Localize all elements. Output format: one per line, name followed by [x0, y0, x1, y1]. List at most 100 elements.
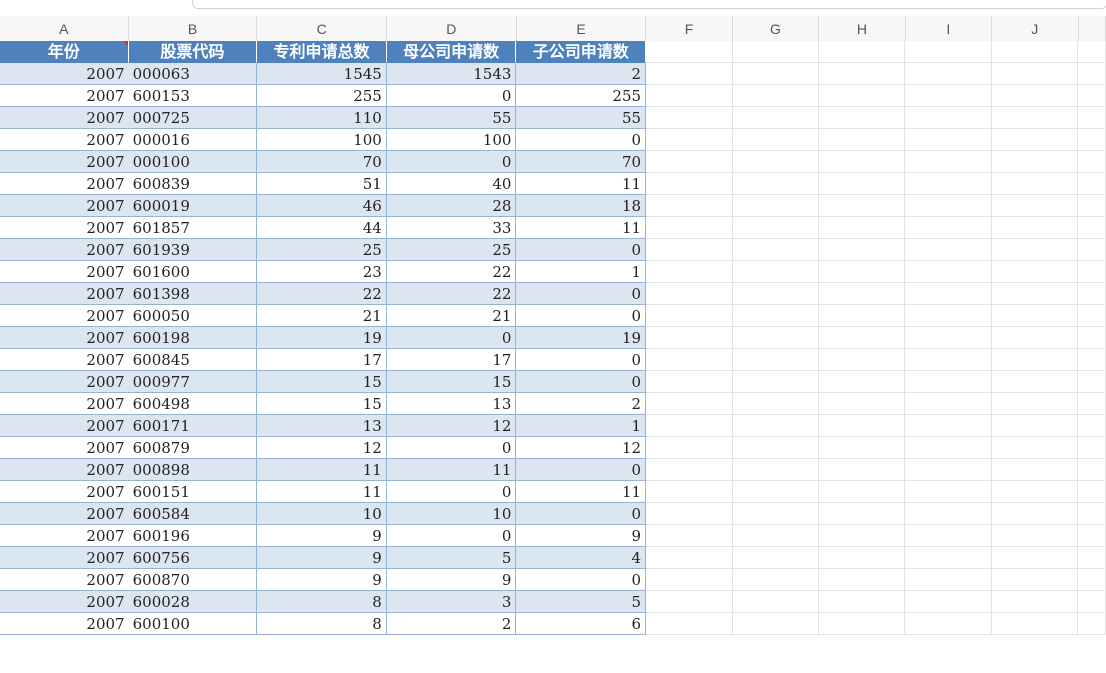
- stock-code-cell[interactable]: 000100: [128, 151, 258, 173]
- year-cell[interactable]: 2007: [0, 415, 129, 437]
- parent-applications-cell[interactable]: 0: [386, 151, 517, 173]
- empty-cell[interactable]: [819, 41, 906, 63]
- stock-code-cell[interactable]: 600100: [128, 613, 258, 635]
- empty-cell[interactable]: [1078, 349, 1106, 371]
- empty-cell[interactable]: [991, 481, 1079, 503]
- subsidiary-applications-cell[interactable]: 70: [516, 151, 647, 173]
- empty-cell[interactable]: [819, 525, 906, 547]
- total-applications-cell[interactable]: 15: [257, 371, 387, 393]
- subsidiary-applications-cell[interactable]: 2: [516, 393, 647, 415]
- empty-cell[interactable]: [819, 591, 906, 613]
- column-header-g[interactable]: G: [733, 16, 820, 41]
- subsidiary-applications-cell[interactable]: 2: [516, 63, 647, 85]
- subsidiary-applications-cell[interactable]: 1: [516, 415, 647, 437]
- empty-cell[interactable]: [1078, 107, 1106, 129]
- empty-cell[interactable]: [819, 239, 906, 261]
- empty-cell[interactable]: [732, 129, 819, 151]
- year-cell[interactable]: 2007: [0, 547, 129, 569]
- empty-cell[interactable]: [991, 459, 1079, 481]
- stock-code-cell[interactable]: 000898: [128, 459, 258, 481]
- year-cell[interactable]: 2007: [0, 129, 129, 151]
- empty-cell[interactable]: [819, 547, 906, 569]
- parent-applications-cell[interactable]: 25: [386, 239, 517, 261]
- year-cell[interactable]: 2007: [0, 151, 129, 173]
- stock-code-cell[interactable]: 000063: [128, 63, 258, 85]
- empty-cell[interactable]: [905, 349, 992, 371]
- total-applications-cell[interactable]: 12: [257, 437, 387, 459]
- empty-cell[interactable]: [905, 85, 992, 107]
- subsidiary-applications-cell[interactable]: 6: [516, 613, 647, 635]
- subsidiary-applications-cell[interactable]: 0: [516, 569, 647, 591]
- total-applications-cell[interactable]: 110: [257, 107, 387, 129]
- empty-cell[interactable]: [991, 547, 1079, 569]
- column-header-h[interactable]: H: [819, 16, 906, 41]
- parent-applications-cell[interactable]: 22: [386, 261, 517, 283]
- subsidiary-applications-cell[interactable]: 12: [516, 437, 647, 459]
- stock-code-cell[interactable]: 600498: [128, 393, 258, 415]
- stock-code-cell[interactable]: 600153: [128, 85, 258, 107]
- total-applications-cell[interactable]: 9: [257, 569, 387, 591]
- empty-cell[interactable]: [819, 349, 906, 371]
- year-cell[interactable]: 2007: [0, 63, 129, 85]
- empty-cell[interactable]: [1078, 283, 1106, 305]
- subsidiary-applications-cell[interactable]: 0: [516, 239, 647, 261]
- stock-code-cell[interactable]: 600198: [128, 327, 258, 349]
- empty-cell[interactable]: [646, 481, 733, 503]
- empty-cell[interactable]: [646, 547, 733, 569]
- empty-cell[interactable]: [646, 107, 733, 129]
- total-applications-cell[interactable]: 8: [257, 613, 387, 635]
- stock-code-cell[interactable]: 600171: [128, 415, 258, 437]
- column-header-b[interactable]: B: [129, 16, 258, 41]
- parent-applications-cell[interactable]: 40: [386, 173, 517, 195]
- total-applications-cell[interactable]: 46: [257, 195, 387, 217]
- empty-cell[interactable]: [646, 503, 733, 525]
- empty-cell[interactable]: [732, 327, 819, 349]
- year-cell[interactable]: 2007: [0, 261, 129, 283]
- subsidiary-applications-cell[interactable]: 4: [516, 547, 647, 569]
- subsidiary-applications-cell[interactable]: 1: [516, 261, 647, 283]
- empty-cell[interactable]: [1078, 525, 1106, 547]
- year-cell[interactable]: 2007: [0, 107, 129, 129]
- empty-cell[interactable]: [991, 503, 1079, 525]
- empty-cell[interactable]: [646, 173, 733, 195]
- subsidiary-applications-cell[interactable]: 0: [516, 305, 647, 327]
- parent-applications-cell[interactable]: 0: [386, 525, 517, 547]
- empty-cell[interactable]: [1078, 459, 1106, 481]
- column-header-f[interactable]: F: [646, 16, 733, 41]
- year-cell[interactable]: 2007: [0, 349, 129, 371]
- subsidiary-applications-cell[interactable]: 0: [516, 371, 647, 393]
- empty-cell[interactable]: [905, 107, 992, 129]
- column-header-d[interactable]: D: [387, 16, 517, 41]
- empty-cell[interactable]: [646, 437, 733, 459]
- subsidiary-applications-cell[interactable]: 0: [516, 283, 647, 305]
- empty-cell[interactable]: [732, 261, 819, 283]
- empty-cell[interactable]: [1078, 547, 1106, 569]
- empty-cell[interactable]: [819, 63, 906, 85]
- empty-cell[interactable]: [991, 195, 1079, 217]
- empty-cell[interactable]: [1078, 613, 1106, 635]
- empty-cell[interactable]: [1078, 437, 1106, 459]
- stock-code-cell[interactable]: 600196: [128, 525, 258, 547]
- subsidiary-applications-cell[interactable]: 18: [516, 195, 647, 217]
- empty-cell[interactable]: [819, 481, 906, 503]
- empty-cell[interactable]: [732, 283, 819, 305]
- parent-applications-cell[interactable]: 12: [386, 415, 517, 437]
- empty-cell[interactable]: [991, 591, 1079, 613]
- empty-cell[interactable]: [1078, 129, 1106, 151]
- empty-cell[interactable]: [819, 459, 906, 481]
- empty-cell[interactable]: [991, 85, 1079, 107]
- year-cell[interactable]: 2007: [0, 327, 129, 349]
- empty-cell[interactable]: [991, 41, 1079, 63]
- empty-cell[interactable]: [732, 107, 819, 129]
- empty-cell[interactable]: [646, 151, 733, 173]
- stock-code-cell[interactable]: 000725: [128, 107, 258, 129]
- year-cell[interactable]: 2007: [0, 371, 129, 393]
- subsidiary-applications-cell[interactable]: 0: [516, 503, 647, 525]
- total-applications-cell[interactable]: 23: [257, 261, 387, 283]
- empty-cell[interactable]: [991, 63, 1079, 85]
- empty-cell[interactable]: [732, 41, 820, 63]
- parent-applications-cell[interactable]: 0: [386, 481, 517, 503]
- total-applications-cell[interactable]: 44: [257, 217, 387, 239]
- year-cell[interactable]: 2007: [0, 569, 129, 591]
- empty-cell[interactable]: [732, 525, 819, 547]
